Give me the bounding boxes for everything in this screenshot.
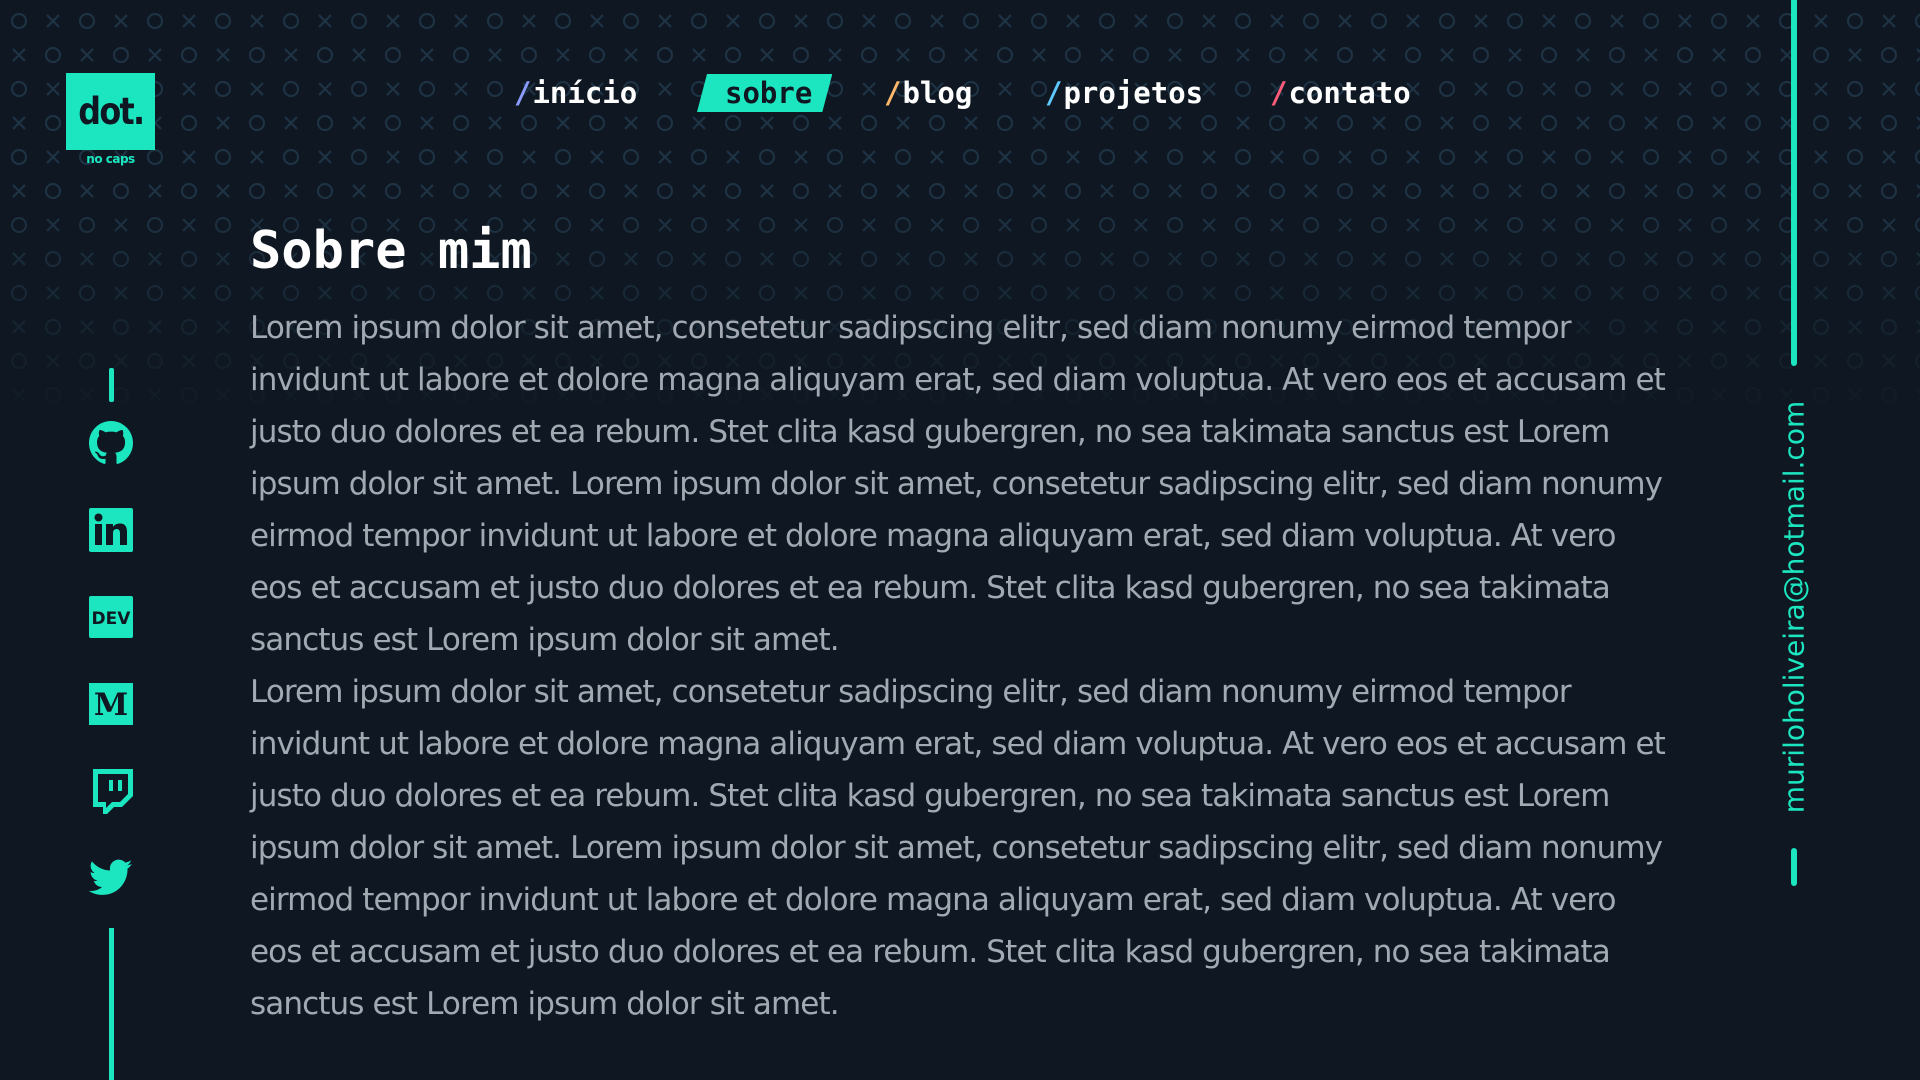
nav-label: blog bbox=[902, 76, 973, 110]
medium-link[interactable]: M bbox=[88, 681, 134, 727]
twitter-icon bbox=[89, 859, 133, 895]
nav-slash: / bbox=[1270, 76, 1288, 110]
twitch-link[interactable] bbox=[88, 769, 134, 815]
logo-text: dot. bbox=[77, 90, 145, 133]
nav-item-sobre[interactable]: sobre bbox=[697, 74, 832, 112]
sidebar-line-top bbox=[109, 368, 114, 402]
nav-label: sobre bbox=[725, 76, 813, 110]
page-title: Sobre mim bbox=[250, 221, 532, 281]
dev-label: DEV bbox=[92, 609, 132, 629]
nav-item-contato[interactable]: /contato bbox=[1270, 74, 1411, 112]
medium-label: M bbox=[94, 687, 128, 723]
site-logo[interactable]: dot. bbox=[66, 73, 155, 150]
medium-icon: M bbox=[89, 683, 133, 725]
nav-item-inicio[interactable]: /início bbox=[514, 74, 637, 112]
nav-slash: / bbox=[884, 76, 902, 110]
nav-label: projetos bbox=[1063, 76, 1204, 110]
github-link[interactable] bbox=[88, 420, 134, 466]
right-rail-line-bottom bbox=[1791, 848, 1797, 886]
sidebar-line-bottom bbox=[109, 928, 114, 1080]
twitter-link[interactable] bbox=[88, 855, 134, 901]
paragraph-1: Lorem ipsum dolor sit amet, consetetur s… bbox=[250, 310, 1666, 658]
right-rail-line-top bbox=[1791, 0, 1797, 366]
nav-label: início bbox=[532, 76, 638, 110]
linkedin-icon bbox=[89, 508, 133, 552]
dev-icon: DEV bbox=[89, 596, 133, 638]
paragraph-2: Lorem ipsum dolor sit amet, consetetur s… bbox=[250, 674, 1666, 1022]
nav-label: contato bbox=[1288, 76, 1411, 110]
nav-slash: / bbox=[514, 76, 532, 110]
logo-subtitle: no caps bbox=[86, 152, 135, 166]
twitch-icon bbox=[93, 769, 133, 814]
nav-slash: / bbox=[1045, 76, 1063, 110]
nav-item-projetos[interactable]: /projetos bbox=[1045, 74, 1203, 112]
dev-link[interactable]: DEV bbox=[88, 594, 134, 640]
github-icon bbox=[89, 421, 133, 464]
email-link[interactable]: muriloholiveira@hotmail.com bbox=[1778, 401, 1811, 813]
linkedin-link[interactable] bbox=[88, 507, 134, 553]
nav-item-blog[interactable]: /blog bbox=[884, 74, 972, 112]
about-content: Lorem ipsum dolor sit amet, consetetur s… bbox=[250, 302, 1670, 1030]
